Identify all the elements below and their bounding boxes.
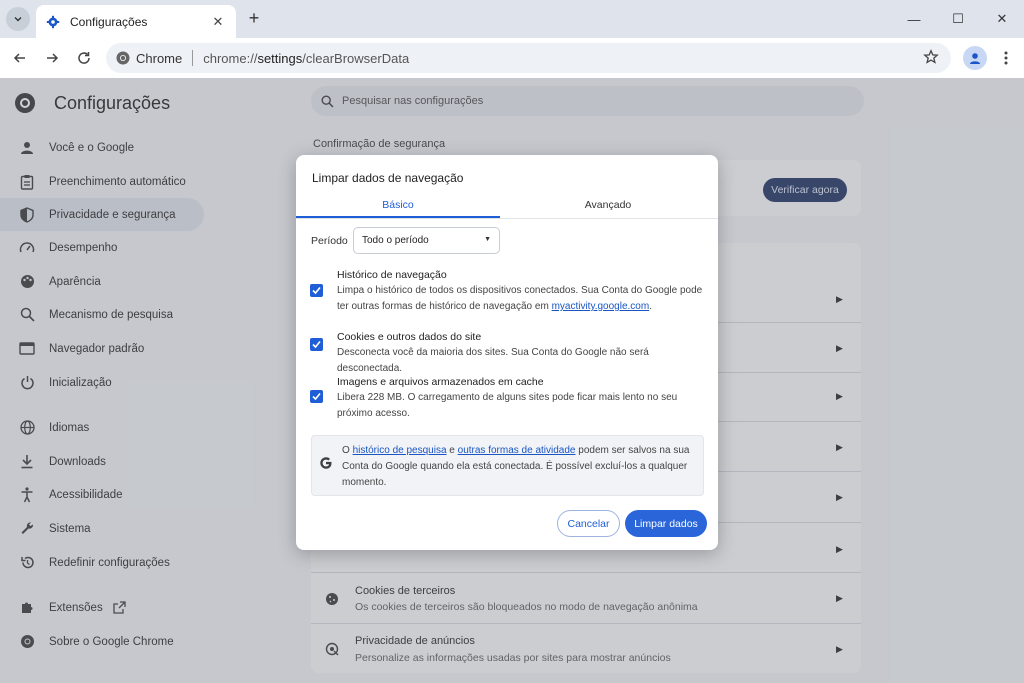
url-text: chrome://settings/clearBrowserData <box>203 50 410 66</box>
cache-checkbox[interactable] <box>310 390 323 403</box>
checkmark-icon <box>312 340 321 349</box>
cache-title: Imagens e arquivos armazenados em cache <box>337 376 544 388</box>
checkmark-icon <box>312 286 321 295</box>
bookmark-star-icon[interactable] <box>923 49 939 70</box>
clear-browsing-data-dialog: Limpar dados de navegação Básico Avançad… <box>296 155 718 550</box>
reload-button[interactable] <box>72 46 96 70</box>
minimize-button[interactable]: — <box>892 0 936 38</box>
history-checkbox[interactable] <box>310 284 323 297</box>
period-selected-value: Todo o período <box>362 235 429 246</box>
other-activity-link[interactable]: outras formas de atividade <box>458 445 576 456</box>
omnibox-separator <box>192 50 194 66</box>
tab-divider <box>296 218 718 219</box>
history-description: Limpa o histórico de todos os dispositiv… <box>337 285 703 312</box>
reload-icon <box>78 52 90 64</box>
maximize-button[interactable]: ☐ <box>936 0 980 38</box>
clear-data-button[interactable]: Limpar dados <box>625 510 707 537</box>
tab-strip: Configurações ✕ + — ☐ ✕ <box>0 0 1024 38</box>
period-label: Período <box>311 235 348 247</box>
cache-description: Libera 228 MB. O carregamento de alguns … <box>337 392 678 419</box>
period-dropdown[interactable]: Todo o período ▼ <box>353 227 500 254</box>
chevron-down-icon <box>14 17 22 22</box>
forward-button[interactable] <box>40 46 64 70</box>
toolbar: Chrome chrome://settings/clearBrowserDat… <box>0 38 1024 78</box>
tab-title: Configurações <box>70 14 148 29</box>
cookies-title: Cookies e outros dados do site <box>337 331 482 343</box>
back-button[interactable] <box>8 46 32 70</box>
chrome-icon <box>116 51 130 65</box>
myactivity-link[interactable]: myactivity.google.com <box>552 301 650 312</box>
tab-basico[interactable]: Básico <box>296 193 500 217</box>
more-vert-icon <box>1004 51 1008 65</box>
new-tab-button[interactable]: + <box>244 8 264 28</box>
dialog-title: Limpar dados de navegação <box>312 171 464 185</box>
cookies-checkbox[interactable] <box>310 338 323 351</box>
window-controls: — ☐ ✕ <box>892 0 1024 38</box>
history-title: Histórico de navegação <box>337 269 447 281</box>
omnibox-site-chip: Chrome <box>136 50 183 66</box>
person-icon <box>970 53 980 64</box>
profile-avatar[interactable] <box>963 46 987 70</box>
tab-avancado[interactable]: Avançado <box>506 193 710 217</box>
close-icon[interactable]: ✕ <box>210 14 226 30</box>
info-text: O histórico de pesquisa e outras formas … <box>342 445 690 488</box>
dropdown-arrow-icon: ▼ <box>484 236 491 243</box>
gear-icon <box>46 15 60 29</box>
address-bar[interactable]: Chrome chrome://settings/clearBrowserDat… <box>106 43 951 73</box>
forward-arrow-icon <box>47 53 59 63</box>
cancel-button[interactable]: Cancelar <box>557 510 620 537</box>
tab-settings[interactable]: Configurações ✕ <box>36 5 236 38</box>
checkmark-icon <box>312 392 321 401</box>
back-arrow-icon <box>13 53 25 63</box>
close-window-button[interactable]: ✕ <box>980 0 1024 38</box>
tab-search-button[interactable] <box>6 7 30 31</box>
search-history-link[interactable]: histórico de pesquisa <box>353 445 447 456</box>
google-g-icon <box>319 456 333 470</box>
cookies-description: Desconecta você da maioria dos sites. Su… <box>337 347 649 374</box>
google-account-info-box: O histórico de pesquisa e outras formas … <box>311 435 704 496</box>
chrome-menu-button[interactable] <box>996 46 1016 70</box>
